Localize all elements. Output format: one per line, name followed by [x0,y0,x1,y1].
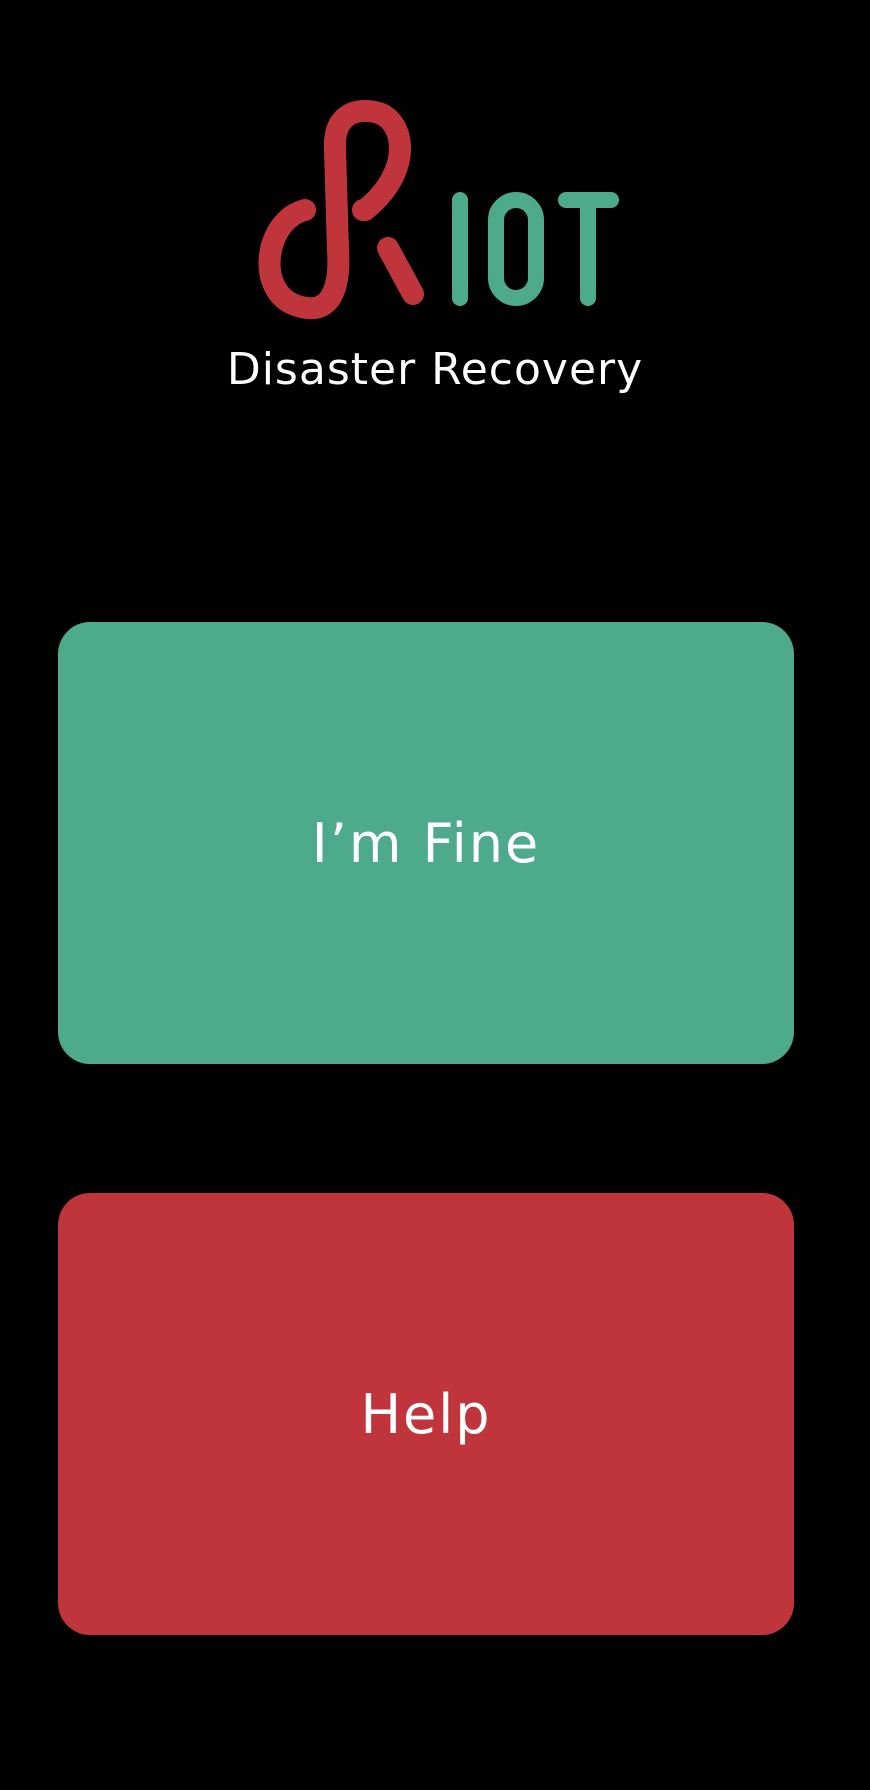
app-logo [0,0,870,320]
help-button-label: Help [360,1382,492,1446]
im-fine-button[interactable]: I’m Fine [58,622,794,1064]
im-fine-button-label: I’m Fine [311,811,541,875]
riot-logo-icon [258,100,619,320]
logo-red-loop [258,100,411,320]
app-subtitle: Disaster Recovery [226,344,644,395]
logo-red-leg [377,237,424,305]
help-button[interactable]: Help [58,1193,794,1635]
logo-green-o [488,192,544,306]
